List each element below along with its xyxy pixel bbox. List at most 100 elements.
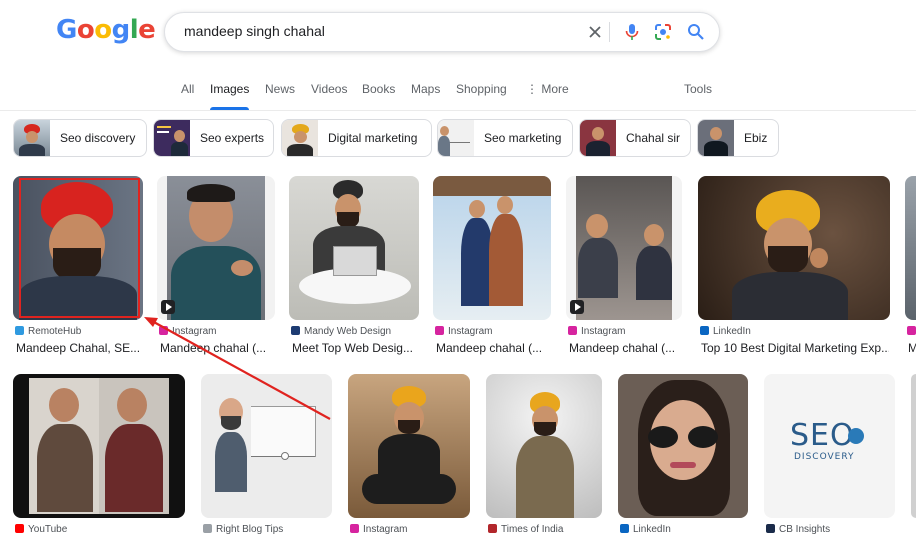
result-thumbnail[interactable] [486,374,602,518]
tab-news[interactable]: News [265,82,295,96]
result-thumbnail[interactable] [911,374,916,518]
chip-label: Seo discovery [60,131,136,145]
result-title[interactable]: Mandeep chahal (... [436,341,548,355]
play-icon [570,300,584,314]
result-source[interactable]: LinkedIn [700,326,751,337]
tab-more-label: More [541,82,569,96]
chip-label: Seo experts [200,131,265,145]
youtube-icon [15,524,24,533]
result-source[interactable]: RemoteHub [15,326,81,337]
result-thumbnail[interactable] [566,176,682,320]
result-source[interactable]: Mandy Web Design [291,326,391,337]
result-source[interactable]: Right Blog Tips [203,524,283,535]
result-source[interactable]: Instagram [568,326,625,337]
image-result[interactable]: Times of India [486,374,602,535]
result-source[interactable]: Instagram [350,524,407,535]
result-source[interactable]: Times of India [488,524,563,535]
more-dots-icon: ⋮ [526,82,542,96]
result-thumbnail[interactable] [157,176,275,320]
result-thumbnail[interactable] [618,374,748,518]
result-title[interactable]: Mandeep Chahal, SE... [16,341,140,355]
microphone-icon[interactable] [622,22,642,42]
google-logo[interactable]: Google [56,15,156,45]
search-box[interactable] [164,12,720,52]
chip-thumbnail [438,120,474,156]
search-input[interactable] [182,22,566,40]
image-result[interactable]: Instagram Mandeep chahal (... [157,176,275,356]
chip-digital-marketing[interactable]: Digital marketing [281,119,432,157]
right-blog-tips-icon [203,524,212,533]
result-thumbnail[interactable] [433,176,551,320]
chip-ebiz[interactable]: Ebiz [697,119,779,157]
tab-all[interactable]: All [181,82,194,96]
chip-seo-experts[interactable]: Seo experts [153,119,274,157]
divider [609,22,610,42]
tab-maps[interactable]: Maps [411,82,440,96]
image-result[interactable]: LinkedIn Top 10 Best Digital Marketing E… [698,176,890,356]
result-thumbnail[interactable]: SEO DISCOVERY [764,374,895,518]
result-title[interactable]: M [908,341,916,355]
linkedin-icon [620,524,629,533]
result-source[interactable]: YouTube [15,524,67,535]
seo-logo-text: SEO [790,418,855,453]
image-result[interactable] [911,374,916,531]
image-result[interactable]: Right Blog Tips [201,374,332,535]
chip-label: Chahal sir [626,131,681,145]
result-thumbnail[interactable] [905,176,916,320]
mandy-web-design-icon [291,326,300,335]
result-thumbnail[interactable] [348,374,470,518]
chip-thumbnail [154,120,190,156]
result-thumbnail[interactable] [698,176,890,320]
cb-insights-icon [766,524,775,533]
search-icon[interactable] [686,22,706,42]
result-title[interactable]: Mandeep chahal (... [160,341,272,355]
tools-button[interactable]: Tools [684,82,712,96]
instagram-icon [907,326,916,335]
image-result[interactable]: YouTube [13,374,185,535]
globe-icon [848,428,864,444]
result-source[interactable]: CB Insights [766,524,830,535]
chip-seo-discovery[interactable]: Seo discovery [13,119,147,157]
chip-seo-marketing[interactable]: Seo marketing [437,119,573,157]
times-of-india-icon [488,524,497,533]
tab-more[interactable]: ⋮ More [526,82,569,96]
result-thumbnail[interactable] [201,374,332,518]
image-result[interactable]: Instagram Mandeep chahal (... [566,176,682,356]
image-result[interactable]: M [905,176,916,356]
image-result[interactable]: Instagram Mandeep chahal (... [433,176,551,356]
chip-thumbnail [580,120,616,156]
search-tabs: All Images News Videos Books Maps Shoppi… [0,80,916,111]
image-result[interactable]: LinkedIn [618,374,748,535]
image-result[interactable]: Mandy Web Design Meet Top Web Desig... [289,176,419,356]
remotehub-icon [15,326,24,335]
play-icon [161,300,175,314]
clear-icon[interactable] [585,22,605,42]
instagram-icon [568,326,577,335]
result-title[interactable]: Top 10 Best Digital Marketing Exp... [701,341,889,355]
tab-shopping[interactable]: Shopping [456,82,507,96]
seo-logo-subtext: DISCOVERY [794,452,855,462]
result-source[interactable] [907,326,916,337]
instagram-icon [435,326,444,335]
tab-images[interactable]: Images [210,82,250,110]
tab-books[interactable]: Books [362,82,395,96]
result-thumbnail[interactable] [289,176,419,320]
result-source[interactable]: Instagram [159,326,216,337]
instagram-icon [350,524,359,533]
result-source[interactable]: Instagram [435,326,492,337]
chip-label: Digital marketing [328,131,418,145]
instagram-icon [159,326,168,335]
tab-videos[interactable]: Videos [311,82,347,96]
chip-chahal-sir[interactable]: Chahal sir [579,119,691,157]
highlight-box [19,178,140,318]
result-title[interactable]: Mandeep chahal (... [569,341,679,355]
chip-label: Ebiz [744,131,768,145]
result-source[interactable]: LinkedIn [620,524,671,535]
camera-lens-icon[interactable] [653,22,673,42]
result-thumbnail[interactable] [13,374,185,518]
image-result[interactable]: SEO DISCOVERY CB Insights [764,374,895,535]
chip-thumbnail [282,120,318,156]
chip-thumbnail [14,120,50,156]
image-result[interactable]: Instagram [348,374,470,535]
result-title[interactable]: Meet Top Web Desig... [292,341,416,355]
